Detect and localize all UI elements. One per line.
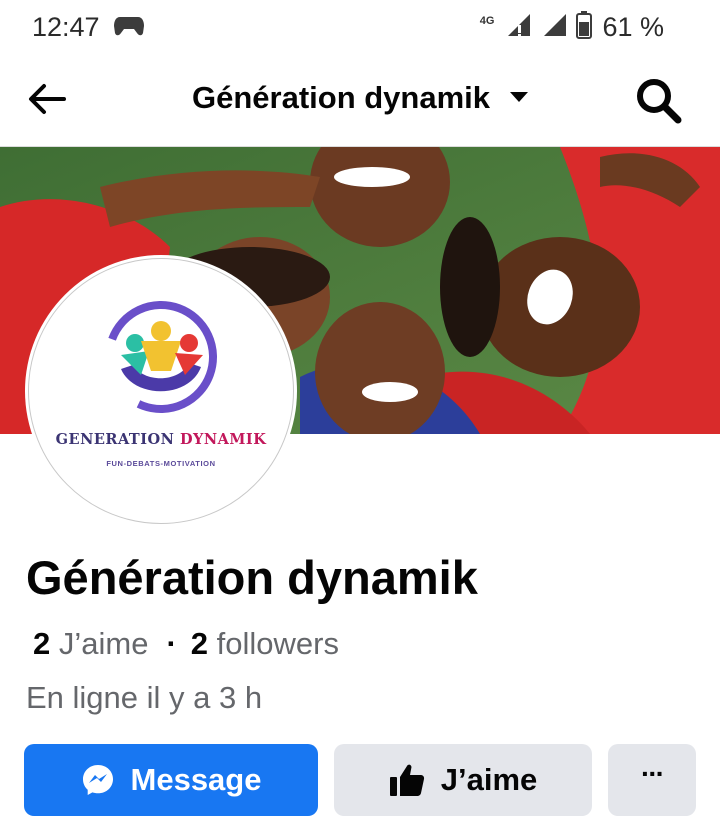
like-button[interactable]: J’aime bbox=[334, 744, 592, 816]
logo-word-dynamik: DYNAMIK bbox=[179, 431, 267, 448]
likes-label[interactable]: J’aime bbox=[59, 626, 149, 661]
game-controller-icon bbox=[114, 15, 144, 42]
message-button-label: Message bbox=[130, 762, 262, 797]
followers-label[interactable]: followers bbox=[217, 626, 339, 661]
message-button[interactable]: Message bbox=[24, 744, 318, 816]
signal-icon bbox=[502, 12, 532, 43]
signal-icon bbox=[540, 12, 568, 43]
likes-count: 2 bbox=[33, 626, 51, 661]
caret-down-icon bbox=[510, 92, 529, 102]
app-bar: Génération dynamik bbox=[0, 54, 720, 147]
status-time: 12:47 bbox=[32, 12, 100, 42]
profile-picture[interactable]: GENERATION DYNAMIK FUN-DEBATS-MOTIVATION bbox=[28, 258, 294, 524]
logo-wordmark: GENERATION DYNAMIK bbox=[29, 431, 293, 448]
thumbs-up-icon bbox=[389, 764, 424, 796]
network-type: 4G bbox=[479, 14, 495, 27]
app-bar-title: Génération dynamik bbox=[191, 80, 491, 115]
logo-icon bbox=[105, 301, 217, 413]
logo-word-generation: GENERATION bbox=[55, 431, 175, 448]
followers-count: 2 bbox=[190, 626, 209, 661]
page-stats: 2 J’aime · 2 followers bbox=[33, 626, 339, 662]
battery-icon bbox=[576, 11, 593, 44]
battery-percent: 61 % bbox=[602, 12, 664, 42]
page-title-dropdown[interactable]: Génération dynamik bbox=[0, 80, 720, 116]
messenger-icon bbox=[82, 765, 113, 795]
status-bar: 12:47 4G 61 % bbox=[0, 0, 720, 54]
more-options-button[interactable]: ··· bbox=[608, 744, 696, 816]
stats-separator: · bbox=[166, 626, 177, 661]
logo-tagline: FUN-DEBATS-MOTIVATION bbox=[106, 459, 216, 468]
search-icon[interactable] bbox=[634, 76, 684, 126]
page-name: Génération dynamik bbox=[26, 551, 478, 604]
online-status: En ligne il y a 3 h bbox=[26, 680, 263, 715]
like-button-label: J’aime bbox=[440, 762, 538, 797]
status-icons: 4G 61 % bbox=[480, 11, 664, 44]
more-icon: ··· bbox=[641, 758, 665, 789]
